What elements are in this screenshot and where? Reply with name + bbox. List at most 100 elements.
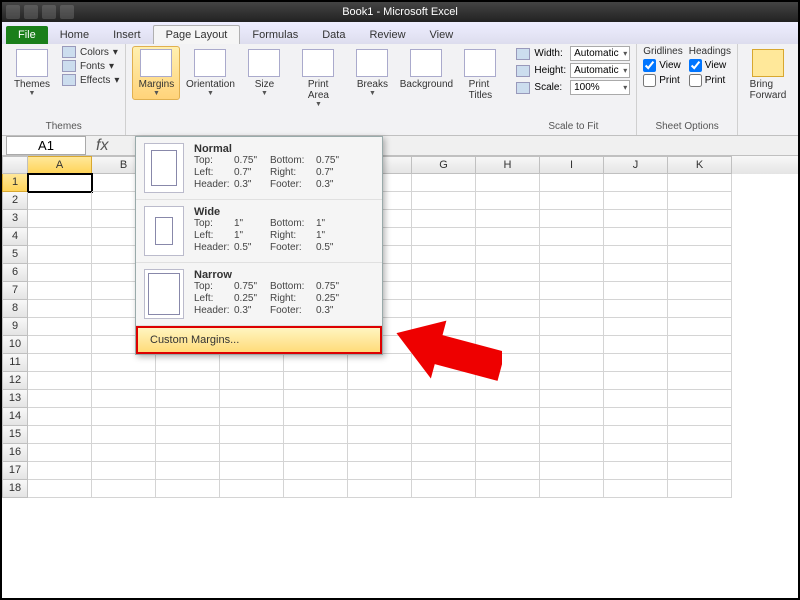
cell[interactable] (668, 300, 732, 318)
cell[interactable] (476, 444, 540, 462)
cell[interactable] (220, 372, 284, 390)
cell[interactable] (348, 426, 412, 444)
cell[interactable] (220, 480, 284, 498)
cell[interactable] (92, 408, 156, 426)
cell[interactable] (28, 336, 92, 354)
cell[interactable] (284, 372, 348, 390)
cell[interactable] (540, 246, 604, 264)
row-header[interactable]: 7 (2, 282, 28, 300)
column-header[interactable]: I (540, 156, 604, 174)
cell[interactable] (220, 444, 284, 462)
cell[interactable] (348, 480, 412, 498)
tab-review[interactable]: Review (357, 26, 417, 44)
row-header[interactable]: 10 (2, 336, 28, 354)
cell[interactable] (604, 390, 668, 408)
cell[interactable] (284, 408, 348, 426)
cell[interactable] (668, 390, 732, 408)
cell[interactable] (412, 246, 476, 264)
cell[interactable] (668, 372, 732, 390)
fonts-button[interactable]: Fonts ▾ (62, 60, 119, 72)
cell[interactable] (28, 228, 92, 246)
cell[interactable] (668, 426, 732, 444)
tab-data[interactable]: Data (310, 26, 357, 44)
cell[interactable] (668, 228, 732, 246)
fx-icon[interactable]: fx (90, 137, 114, 155)
colors-button[interactable]: Colors ▾ (62, 46, 119, 58)
cell[interactable] (28, 462, 92, 480)
cell[interactable] (668, 318, 732, 336)
headings-view-checkbox[interactable]: View (689, 59, 731, 72)
scale-spinner[interactable]: 100% (570, 80, 630, 95)
cell[interactable] (476, 192, 540, 210)
cell[interactable] (412, 192, 476, 210)
name-box[interactable]: A1 (6, 136, 86, 155)
cell[interactable] (92, 390, 156, 408)
cell[interactable] (412, 228, 476, 246)
themes-button[interactable]: Themes ▼ (8, 46, 56, 100)
cell[interactable] (540, 174, 604, 192)
select-all-box[interactable] (2, 156, 28, 174)
row-header[interactable]: 4 (2, 228, 28, 246)
cell[interactable] (540, 210, 604, 228)
tab-page-layout[interactable]: Page Layout (153, 25, 241, 44)
row-header[interactable]: 3 (2, 210, 28, 228)
cell[interactable] (540, 228, 604, 246)
cell[interactable] (412, 282, 476, 300)
cell[interactable] (412, 426, 476, 444)
cell[interactable] (668, 444, 732, 462)
undo-icon[interactable] (42, 5, 56, 19)
cell[interactable] (668, 174, 732, 192)
print-area-button[interactable]: Print Area ▼ (294, 46, 342, 111)
cell[interactable] (668, 264, 732, 282)
cell[interactable] (604, 462, 668, 480)
cell[interactable] (284, 426, 348, 444)
row-header[interactable]: 14 (2, 408, 28, 426)
cell[interactable] (604, 246, 668, 264)
cell[interactable] (156, 426, 220, 444)
row-header[interactable]: 16 (2, 444, 28, 462)
cell[interactable] (92, 426, 156, 444)
cell[interactable] (92, 444, 156, 462)
gridlines-view-checkbox[interactable]: View (643, 59, 682, 72)
cell[interactable] (476, 462, 540, 480)
cell[interactable] (668, 336, 732, 354)
row-header[interactable]: 18 (2, 480, 28, 498)
cell[interactable] (668, 246, 732, 264)
cell[interactable] (28, 480, 92, 498)
cell[interactable] (412, 408, 476, 426)
orientation-button[interactable]: Orientation ▼ (186, 46, 234, 100)
cell[interactable] (28, 426, 92, 444)
cell[interactable] (540, 264, 604, 282)
row-header[interactable]: 5 (2, 246, 28, 264)
cell[interactable] (348, 444, 412, 462)
tab-file[interactable]: File (6, 26, 48, 44)
cell[interactable] (284, 354, 348, 372)
cell[interactable] (476, 264, 540, 282)
cell[interactable] (28, 282, 92, 300)
cell[interactable] (476, 174, 540, 192)
cell[interactable] (604, 426, 668, 444)
tab-view[interactable]: View (418, 26, 466, 44)
cell[interactable] (604, 282, 668, 300)
cell[interactable] (412, 462, 476, 480)
cell[interactable] (540, 336, 604, 354)
cell[interactable] (540, 480, 604, 498)
redo-icon[interactable] (60, 5, 74, 19)
cell[interactable] (28, 354, 92, 372)
cell[interactable] (92, 372, 156, 390)
cell[interactable] (604, 480, 668, 498)
cell[interactable] (668, 282, 732, 300)
margins-option-normal[interactable]: Normal Top:0.75"Bottom:0.75" Left:0.7"Ri… (136, 137, 382, 200)
cell[interactable] (604, 336, 668, 354)
tab-formulas[interactable]: Formulas (240, 26, 310, 44)
cell[interactable] (668, 480, 732, 498)
cell[interactable] (604, 192, 668, 210)
cell[interactable] (156, 372, 220, 390)
cell[interactable] (28, 390, 92, 408)
cell[interactable] (540, 192, 604, 210)
cell[interactable] (156, 390, 220, 408)
cell[interactable] (28, 300, 92, 318)
cell[interactable] (476, 480, 540, 498)
cell[interactable] (476, 210, 540, 228)
headings-print-checkbox[interactable]: Print (689, 74, 731, 87)
